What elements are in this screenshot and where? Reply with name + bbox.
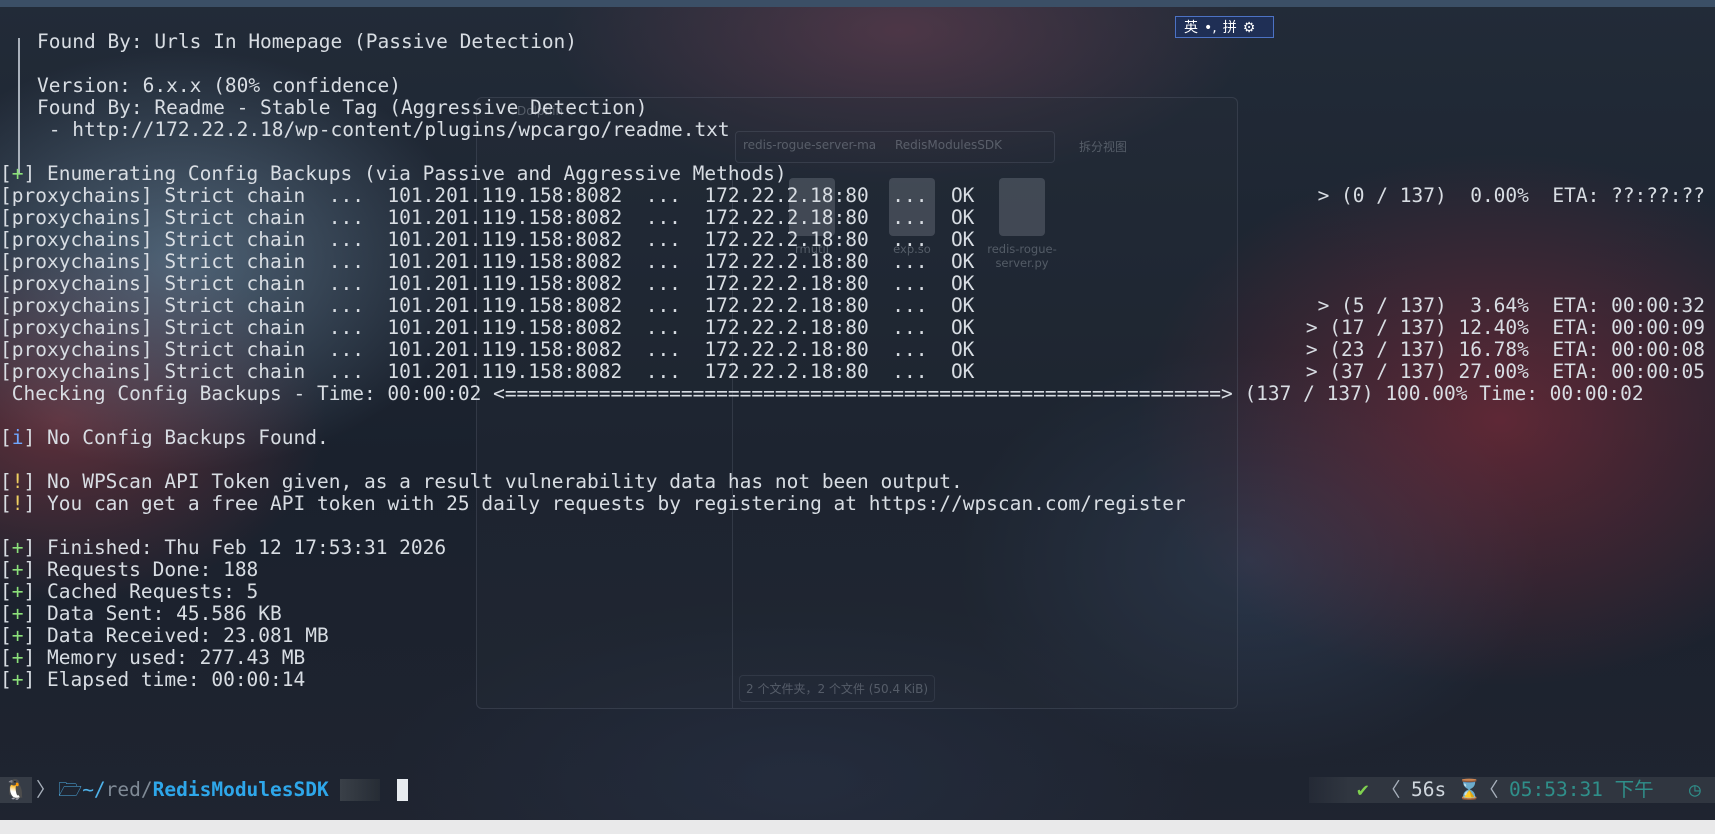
- status-bar: 2 个文件夹，2 个文件 (50.4 KiB): [739, 675, 936, 702]
- log-message: ] Requests Done: 188: [23, 558, 259, 581]
- log-message: ] No WPScan API Token given, as a result…: [23, 470, 963, 493]
- status-ok-icon: ✔: [1357, 778, 1369, 801]
- tree-bar: [18, 38, 20, 174]
- terminal-line: [!] You can get a free API token with 25…: [0, 492, 1186, 516]
- terminal-line: [proxychains] Strict chain ... 101.201.1…: [0, 316, 975, 339]
- terminal-line: [proxychains] Strict chain ... 101.201.1…: [0, 360, 975, 383]
- terminal-line: [+] Enumerating Config Backups (via Pass…: [0, 162, 787, 186]
- bracket: [: [0, 426, 12, 449]
- bracket: [: [0, 162, 12, 185]
- log-tag: +: [11, 580, 24, 603]
- linux-penguin-icon: 🐧: [0, 777, 32, 803]
- breadcrumb-item-parent[interactable]: redis-rogue-server-ma: [743, 138, 876, 152]
- prompt-current-dir: RedisModulesSDK: [152, 778, 329, 801]
- breadcrumb-item-current[interactable]: RedisModulesSDK: [895, 138, 1002, 152]
- log-message: ] Data Received: 23.081 MB: [23, 624, 329, 647]
- bracket: [: [0, 580, 12, 603]
- ime-punct[interactable]: •,: [1204, 20, 1217, 36]
- terminal-cursor[interactable]: [397, 779, 408, 801]
- progress-text: > (23 / 137) 16.78% ETA: 00:00:08: [1305, 338, 1705, 361]
- log-message: ] Elapsed time: 00:00:14: [23, 668, 306, 691]
- prompt-directory: 🗁~/red/RedisModulesSDK: [58, 777, 329, 803]
- log-tag: i: [11, 426, 24, 449]
- terminal-line: [+] Finished: Thu Feb 12 17:53:31 2026: [0, 536, 446, 560]
- prompt-path: red/: [105, 778, 153, 801]
- python-file-icon: [999, 178, 1045, 236]
- terminal-line: [proxychains] Strict chain ... 101.201.1…: [0, 206, 975, 229]
- hourglass-icon: ⌛: [1457, 778, 1482, 801]
- terminal-line: Found By: Readme - Stable Tag (Aggressiv…: [37, 96, 648, 119]
- file-item[interactable]: redis-rogue-server.py: [977, 178, 1067, 270]
- bracket: [: [0, 470, 12, 493]
- bracket: [: [0, 536, 12, 559]
- terminal-line: [proxychains] Strict chain ... 101.201.1…: [0, 228, 975, 251]
- ime-mode[interactable]: 拼: [1223, 20, 1237, 36]
- log-message: ] You can get a free API token with 25 d…: [23, 492, 1186, 515]
- log-message: ] Data Sent: 45.586 KB: [23, 602, 282, 625]
- chevron-left-icon: 〈: [1479, 778, 1499, 801]
- terminal-line: [+] Elapsed time: 00:00:14: [0, 668, 305, 692]
- terminal-line: [+] Data Sent: 45.586 KB: [0, 602, 282, 626]
- progress-text: > (17 / 137) 12.40% ETA: 00:00:09: [1305, 316, 1705, 339]
- gear-icon[interactable]: ⚙: [1243, 20, 1256, 36]
- terminal-line: [proxychains] Strict chain ... 101.201.1…: [0, 272, 975, 295]
- terminal-line: [proxychains] Strict chain ... 101.201.1…: [0, 184, 975, 207]
- bracket: [: [0, 492, 12, 515]
- window-top-border: [0, 0, 1715, 7]
- terminal-line: [proxychains] Strict chain ... 101.201.1…: [0, 250, 975, 273]
- log-message: ] No Config Backups Found.: [23, 426, 329, 449]
- input-method-indicator[interactable]: 英 •, 拼 ⚙: [1175, 16, 1274, 38]
- log-message: ] Finished: Thu Feb 12 17:53:31 2026: [23, 536, 447, 559]
- bracket: [: [0, 602, 12, 625]
- prompt-home: ~/: [82, 778, 106, 801]
- log-message: ] Enumerating Config Backups (via Passiv…: [23, 162, 787, 185]
- terminal-line: Version: 6.x.x (80% confidence): [37, 74, 401, 97]
- progress-text: > (5 / 137) 3.64% ETA: 00:00:32: [1317, 294, 1705, 317]
- prompt-right-status: ✔ 〈 56s ⌛ 〈 05:53:31 下午 ◷: [1309, 777, 1715, 803]
- folder-open-icon: 🗁: [58, 778, 83, 801]
- log-tag: +: [11, 668, 24, 691]
- terminal-line: [+] Requests Done: 188: [0, 558, 258, 582]
- ime-lang[interactable]: 英: [1184, 20, 1198, 36]
- clock-icon: ◷: [1689, 778, 1701, 801]
- terminal-line: [proxychains] Strict chain ... 101.201.1…: [0, 338, 975, 361]
- log-message: ] Memory used: 277.43 MB: [23, 646, 306, 669]
- terminal-line: Checking Config Backups - Time: 00:00:02…: [0, 382, 1644, 405]
- bracket: [: [0, 558, 12, 581]
- terminal-line: [+] Memory used: 277.43 MB: [0, 646, 305, 670]
- log-tag: +: [11, 602, 24, 625]
- log-tag: +: [11, 162, 24, 185]
- terminal-line: - http://172.22.2.18/wp-content/plugins/…: [37, 118, 730, 141]
- bracket: [: [0, 668, 12, 691]
- terminal-line: Found By: Urls In Homepage (Passive Dete…: [37, 30, 578, 53]
- terminal-line: [+] Data Received: 23.081 MB: [0, 624, 329, 648]
- bracket: [: [0, 624, 12, 647]
- chevron-right-icon: 〉: [36, 778, 56, 801]
- command-duration: 56s: [1411, 778, 1447, 801]
- split-view-button[interactable]: 拆分视图: [1079, 138, 1127, 155]
- prompt-segment-end: [340, 779, 380, 801]
- bottom-taskbar[interactable]: [0, 820, 1715, 834]
- log-message: ] Cached Requests: 5: [23, 580, 259, 603]
- terminal-line: [i] No Config Backups Found.: [0, 426, 329, 450]
- prompt-clock: 05:53:31 下午: [1509, 778, 1654, 801]
- log-tag: +: [11, 624, 24, 647]
- bracket: [: [0, 646, 12, 669]
- file-name: redis-rogue-server.py: [987, 242, 1057, 270]
- terminal-line: [+] Cached Requests: 5: [0, 580, 258, 604]
- progress-text: > (0 / 137) 0.00% ETA: ??:??:??: [1317, 184, 1705, 207]
- terminal-line: [!] No WPScan API Token given, as a resu…: [0, 470, 963, 494]
- terminal-line: [proxychains] Strict chain ... 101.201.1…: [0, 294, 975, 317]
- log-tag: +: [11, 558, 24, 581]
- chevron-left-icon: 〈: [1381, 778, 1401, 801]
- log-tag: !: [11, 492, 24, 515]
- log-tag: +: [11, 536, 24, 559]
- progress-text: > (37 / 137) 27.00% ETA: 00:00:05: [1305, 360, 1705, 383]
- log-tag: !: [11, 470, 24, 493]
- log-tag: +: [11, 646, 24, 669]
